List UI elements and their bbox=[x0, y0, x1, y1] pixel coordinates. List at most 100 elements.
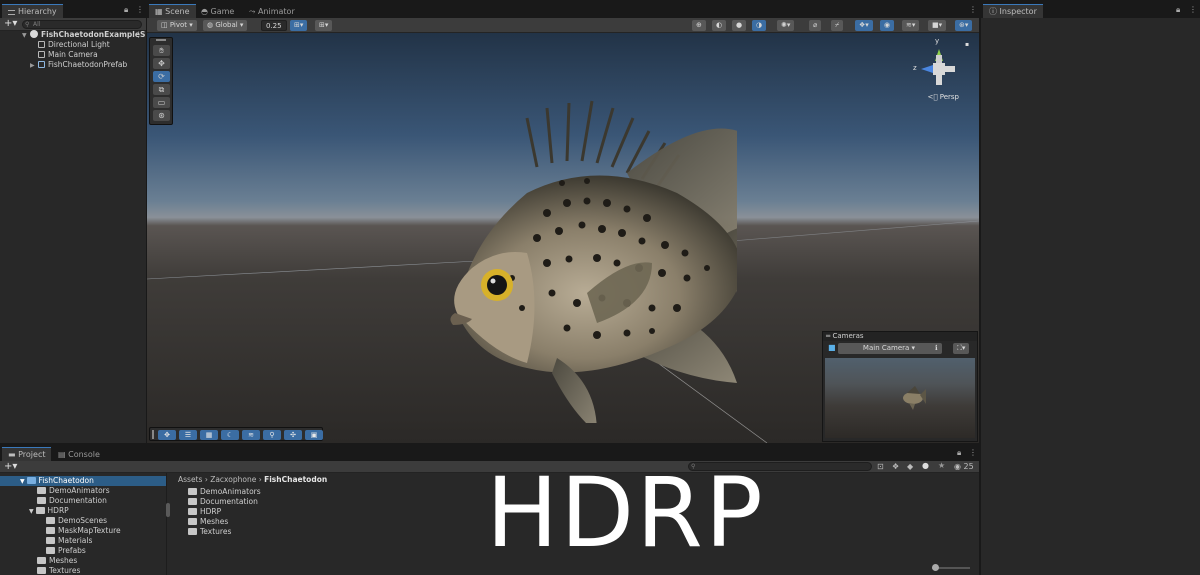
tree-item-textures[interactable]: Textures bbox=[0, 566, 166, 575]
overlay-tool-5-button[interactable]: ≋ bbox=[242, 430, 260, 440]
rect-tool-button[interactable]: ▭ bbox=[153, 97, 170, 108]
hdrp-watermark: HDRP bbox=[486, 457, 765, 569]
lit-sphere-icon: ◑ bbox=[756, 21, 763, 29]
lock-icon[interactable]: 🔒︎ bbox=[124, 5, 128, 15]
hierarchy-item-directional-light[interactable]: Directional Light bbox=[0, 40, 146, 50]
add-icon[interactable]: +▾ bbox=[4, 18, 17, 30]
lock-icon[interactable]: 🔒︎ bbox=[1176, 5, 1180, 15]
tree-item-maskmaptexture[interactable]: MaskMapTexture bbox=[0, 526, 166, 536]
transform-tool-button[interactable]: ⊛ bbox=[153, 110, 170, 121]
camera-select-dropdown[interactable]: Main Camera ▾ bbox=[838, 343, 940, 354]
grid-snap-button[interactable]: ⊞▾ bbox=[290, 20, 308, 31]
gamepad-icon: ◓ bbox=[201, 7, 211, 16]
tree-item-documentation[interactable]: Documentation bbox=[0, 496, 166, 506]
tab-game[interactable]: ◓ Game bbox=[195, 4, 240, 18]
kebab-menu-icon[interactable]: ⋮ bbox=[969, 5, 977, 14]
grid-visibility-button[interactable]: ⊞▾ bbox=[315, 20, 333, 31]
tab-project[interactable]: ▬ Project bbox=[2, 447, 52, 461]
overlay-tool-2-button[interactable]: ☰ bbox=[179, 430, 197, 440]
overlay-tool-8-button[interactable]: ▣ bbox=[305, 430, 323, 440]
icon-size-slider[interactable] bbox=[932, 564, 970, 571]
lock-icon[interactable]: 🔒︎ bbox=[957, 448, 961, 458]
folder-icon bbox=[188, 508, 197, 515]
move-tool-button[interactable]: ✥ bbox=[153, 58, 170, 69]
shading-shaded-button[interactable]: ● bbox=[732, 20, 747, 31]
tree-item-hdrp[interactable]: ▼ HDRP bbox=[0, 506, 166, 516]
hierarchy-item-main-camera[interactable]: Main Camera bbox=[0, 50, 146, 60]
shading-shaded-wire-button[interactable]: ◐ bbox=[712, 20, 727, 31]
slider-handle[interactable] bbox=[932, 564, 939, 571]
overlay-tool-1-button[interactable]: ✥ bbox=[158, 430, 176, 440]
hierarchy-item-prefab[interactable]: ▶ FishChaetodonPrefab bbox=[0, 60, 146, 70]
scale-tool-button[interactable]: ⧉ bbox=[153, 84, 170, 95]
tab-console[interactable]: ▤ Console bbox=[52, 447, 106, 461]
layers-dropdown[interactable]: ≋▾ bbox=[902, 20, 920, 31]
tab-hierarchy[interactable]: Hierarchy bbox=[2, 4, 63, 18]
tree-scrollbar[interactable] bbox=[166, 503, 170, 517]
gizmos-dropdown[interactable]: ⊛▾ bbox=[955, 20, 973, 31]
cameras-overlay-header: ═ Cameras bbox=[823, 332, 977, 341]
tab-scene[interactable]: ▦ Scene bbox=[149, 4, 196, 18]
hand-tool-button[interactable]: ✋︎ bbox=[153, 45, 170, 56]
grid-icon: ▦ bbox=[205, 431, 213, 439]
expand-arrow-icon[interactable]: ▼ bbox=[29, 508, 36, 515]
audio-toggle-button[interactable]: ⌿ bbox=[831, 20, 844, 31]
tab-animator[interactable]: ⤳ Animator bbox=[243, 4, 301, 18]
camera-info-button[interactable]: ℹ bbox=[931, 343, 942, 354]
tree-item-prefabs[interactable]: Prefabs bbox=[0, 546, 166, 556]
label-icon[interactable]: ◆ bbox=[907, 462, 913, 471]
tab-inspector[interactable]: ⓘ Inspector bbox=[983, 4, 1043, 18]
star-icon[interactable]: ★ bbox=[938, 461, 945, 470]
overlay-tool-3-button[interactable]: ▦ bbox=[200, 430, 218, 440]
scene-viewport[interactable]: ✋︎ ✥ ⟳ ⧉ ▭ ⊛ ✥ ☰ ▦ ☾ ≋ ⚲ ✣ ▣ y z ▪ <⃒ Pe… bbox=[147, 33, 979, 443]
visibility-count[interactable]: ◉ 25 bbox=[954, 462, 974, 471]
snap-increment-field[interactable]: 0.25 bbox=[261, 20, 287, 31]
global-dropdown[interactable]: ◍ Global ▾ bbox=[203, 20, 248, 31]
tree-item-demoscenes[interactable]: DemoScenes bbox=[0, 516, 166, 526]
overlay-tool-4-button[interactable]: ☾ bbox=[221, 430, 239, 440]
warning-icon[interactable]: ● bbox=[922, 461, 929, 470]
layers-icon: ≋ bbox=[248, 431, 254, 439]
scene-visibility-button[interactable]: ◉ bbox=[880, 20, 895, 31]
toggle-2d-button[interactable]: ⌀ bbox=[809, 20, 822, 31]
kebab-menu-icon[interactable]: ⋮ bbox=[1189, 5, 1197, 14]
overlay-tool-7-button[interactable]: ✣ bbox=[284, 430, 302, 440]
filter-type-icon[interactable]: ❖ bbox=[892, 462, 899, 471]
projection-label[interactable]: <⃒ Persp bbox=[927, 93, 959, 101]
pivot-dropdown[interactable]: ◫ Pivot ▾ bbox=[157, 20, 197, 31]
overlay-tool-6-button[interactable]: ⚲ bbox=[263, 430, 281, 440]
grid-icon: ▦ bbox=[155, 7, 166, 16]
breadcrumb-zacxophone[interactable]: Zacxophone bbox=[210, 475, 256, 484]
camera-settings-dropdown[interactable]: ■▾ bbox=[928, 20, 947, 31]
shading-lit-button[interactable]: ◑ bbox=[752, 20, 767, 31]
shading-wireframe-button[interactable]: ⊕ bbox=[692, 20, 706, 31]
breadcrumb-fishchaetodon[interactable]: FishChaetodon bbox=[264, 475, 327, 484]
kebab-menu-icon[interactable]: ⋮ bbox=[136, 5, 144, 14]
tree-item-demoanimators[interactable]: DemoAnimators bbox=[0, 486, 166, 496]
info-icon: ℹ bbox=[935, 344, 938, 352]
rotate-tool-button[interactable]: ⟳ bbox=[153, 71, 170, 82]
gameobject-icon bbox=[38, 41, 45, 48]
hierarchy-item-scene[interactable]: ▼ FishChaetodonExampleS ⋮ bbox=[0, 30, 146, 40]
collapse-arrow-icon[interactable]: ▶ bbox=[30, 61, 38, 71]
sliders-icon: ☰ bbox=[184, 431, 192, 439]
tree-item-meshes[interactable]: Meshes bbox=[0, 556, 166, 566]
drag-handle-icon[interactable] bbox=[156, 39, 166, 41]
add-icon[interactable]: +▾ bbox=[4, 461, 17, 472]
hierarchy-search-input[interactable]: ⚲ All bbox=[22, 20, 142, 29]
search-type-icon[interactable]: ⊡ bbox=[877, 462, 884, 471]
fish-chaetodon-model[interactable] bbox=[297, 63, 737, 423]
debug-draw-mode-button[interactable]: ✺▾ bbox=[777, 20, 795, 31]
orientation-gizmo[interactable]: y z ▪ bbox=[909, 37, 969, 99]
drag-handle-icon[interactable] bbox=[152, 430, 154, 439]
lock-icon[interactable]: ▪ bbox=[965, 41, 969, 48]
prefab-icon bbox=[38, 61, 45, 68]
camera-view-options-button[interactable]: ⛶▾ bbox=[953, 343, 970, 354]
kebab-menu-icon[interactable]: ⋮ bbox=[969, 448, 977, 457]
tree-item-fishchaetodon[interactable]: ▼ FishChaetodon bbox=[0, 476, 166, 486]
expand-arrow-icon[interactable]: ▼ bbox=[20, 478, 27, 485]
kebab-menu-icon[interactable]: ⋮ bbox=[135, 30, 143, 40]
tree-item-materials[interactable]: Materials bbox=[0, 536, 166, 546]
effects-dropdown[interactable]: ❖▾ bbox=[855, 20, 873, 31]
breadcrumb-assets[interactable]: Assets bbox=[178, 475, 202, 484]
